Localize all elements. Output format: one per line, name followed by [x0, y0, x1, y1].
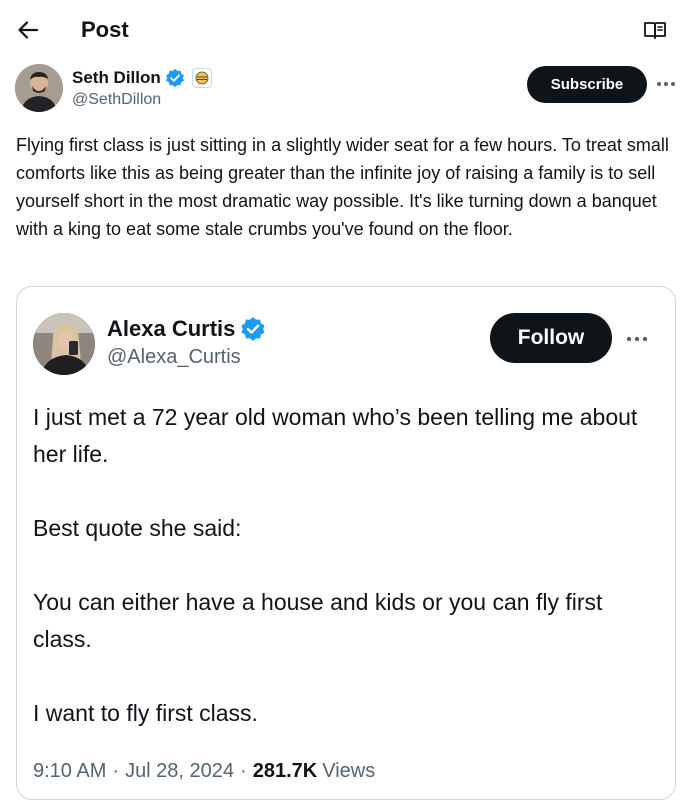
quoted-post-card[interactable]: Alexa Curtis @Alexa_Curtis Follow I just…: [16, 286, 676, 800]
quoted-author-name-row: Alexa Curtis: [107, 313, 266, 345]
quoted-more-options-button[interactable]: [623, 325, 651, 353]
post-metadata: 9:10 AM · Jul 28, 2024 · 281.7K Views: [33, 757, 375, 785]
more-horizontal-icon: [626, 336, 648, 342]
reader-mode-icon: [644, 22, 666, 39]
views-label: Views: [322, 760, 376, 782]
author-handle[interactable]: @SethDillon: [72, 91, 161, 109]
follow-button[interactable]: Follow: [490, 313, 612, 363]
quoted-post-text: I just met a 72 year old woman who’s bee…: [33, 399, 653, 732]
quoted-author-name[interactable]: Alexa Curtis: [107, 316, 235, 342]
author-avatar[interactable]: [15, 64, 63, 112]
back-button[interactable]: [14, 16, 42, 44]
verified-badge-icon: [241, 317, 265, 341]
subscribe-button[interactable]: Subscribe: [527, 66, 647, 103]
verified-badge-icon: [165, 68, 184, 88]
separator-dot: ·: [112, 760, 120, 782]
views-count: 281.7K: [252, 760, 318, 782]
post-date[interactable]: Jul 28, 2024: [125, 757, 234, 785]
quoted-paragraph: I want to fly first class.: [33, 700, 258, 726]
post-text: Flying first class is just sitting in a …: [16, 135, 669, 239]
more-options-button[interactable]: [654, 72, 678, 96]
reader-mode-button[interactable]: [641, 17, 669, 43]
arrow-left-icon: [18, 21, 39, 39]
post-time[interactable]: 9:10 AM: [33, 757, 106, 785]
separator-dot: ·: [240, 760, 247, 782]
quoted-paragraph: Best quote she said:: [33, 515, 242, 541]
author-name[interactable]: Seth Dillon: [72, 68, 161, 88]
quoted-paragraph: You can either have a house and kids or …: [33, 589, 603, 652]
author-name-row: Seth Dillon: [72, 66, 212, 90]
page-title: Post: [81, 17, 129, 42]
more-horizontal-icon: [657, 82, 675, 86]
quoted-author-handle[interactable]: @Alexa_Curtis: [107, 346, 241, 369]
top-bar: Post: [0, 0, 689, 60]
affiliate-badge-icon[interactable]: [191, 68, 212, 88]
quoted-paragraph: I just met a 72 year old woman who’s bee…: [33, 404, 638, 467]
quoted-author-avatar[interactable]: [33, 313, 95, 375]
